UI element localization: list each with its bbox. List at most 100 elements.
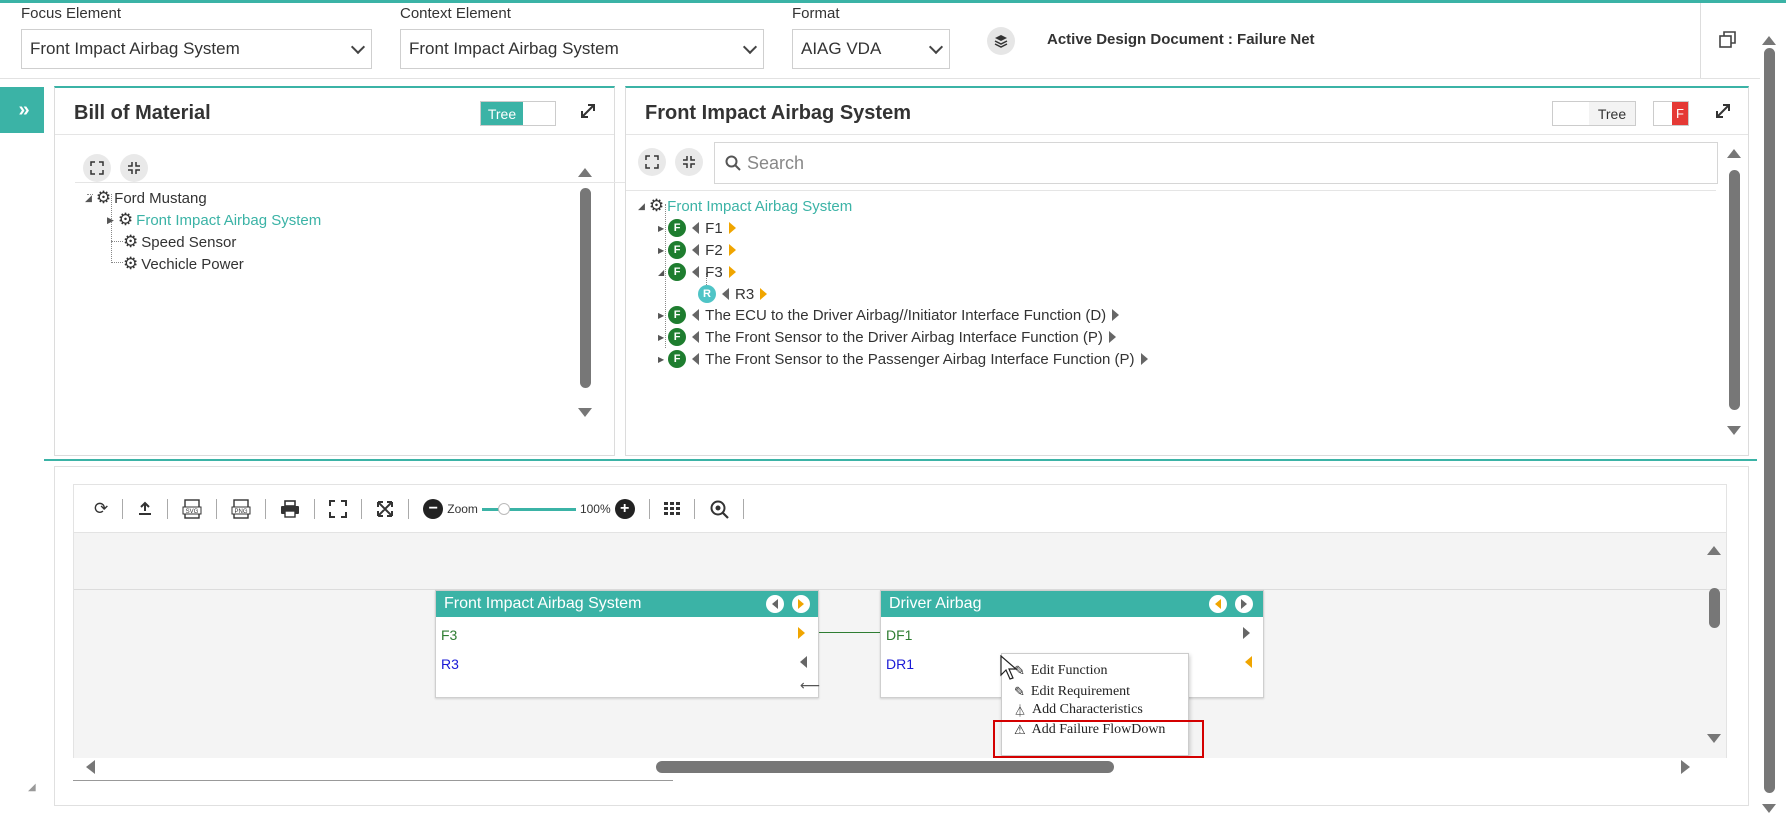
sidebar-expand-button[interactable]: » (4, 87, 44, 133)
node-requirement-nav-icon[interactable] (800, 656, 807, 668)
structure-tree-item-ecu-driver-airbag[interactable]: ▶ F The ECU to the Driver Airbag//Initia… (658, 304, 1125, 326)
diagram-toolbar: ⟳ SVG PNG − Zoom 100% + (73, 484, 1727, 532)
structure-expand-all-button[interactable] (638, 148, 666, 176)
nav-right-icon[interactable] (728, 222, 736, 234)
refresh-icon[interactable]: ⟳ (94, 499, 108, 519)
node-function-nav-icon[interactable] (1243, 627, 1250, 639)
structure-tree-item-front-sensor-passenger[interactable]: ▶ F The Front Sensor to the Passenger Ai… (658, 348, 1154, 370)
left-arrow-icon[interactable]: ⟵ (800, 677, 820, 694)
fit-screen-icon[interactable] (329, 499, 348, 518)
resize-handle-icon[interactable]: ◢ (28, 782, 36, 793)
structure-tree-item-f3[interactable]: ◢ F F3 (658, 261, 742, 283)
context-menu-add-characteristics[interactable]: ⏃ Add Characteristics (1002, 702, 1188, 719)
structure-scroll-down[interactable] (1727, 426, 1741, 435)
node-nav-left[interactable] (766, 595, 784, 613)
diagram-scroll-up[interactable] (1707, 546, 1721, 555)
zoom-slider-thumb[interactable] (498, 502, 511, 515)
structure-tree-item-f1[interactable]: ▶ F F1 (658, 217, 742, 239)
grid-icon[interactable] (663, 501, 680, 516)
gear-icon: ⚙ (123, 254, 139, 273)
context-menu-edit-function[interactable]: ✎ Edit Function (1002, 660, 1188, 681)
nav-left-icon[interactable] (692, 244, 700, 256)
zoom-slider[interactable] (481, 502, 576, 515)
node-title: Driver Airbag (889, 595, 982, 612)
structure-panel: Front Impact Airbag System Tree F Search (625, 86, 1749, 456)
print-icon[interactable] (280, 499, 300, 518)
structure-toggle-label: Tree (1589, 102, 1635, 125)
context-menu-edit-requirement[interactable]: ✎ Edit Requirement (1002, 681, 1188, 702)
bom-tree-item-vechicle-power[interactable]: ⚙ Vechicle Power (123, 253, 244, 275)
bom-tree-item-speed-sensor[interactable]: ⚙ Speed Sensor (123, 231, 236, 253)
bom-scrollbar-thumb[interactable] (580, 188, 591, 388)
focus-element-select[interactable]: Front Impact Airbag System (21, 29, 372, 69)
tree-connector (111, 262, 123, 263)
nav-left-icon[interactable] (722, 288, 729, 300)
structure-scrollbar-thumb[interactable] (1729, 170, 1740, 410)
structure-search-input[interactable]: Search (714, 142, 1718, 184)
structure-tree-item-front-sensor-driver[interactable]: ▶ F The Front Sensor to the Driver Airba… (658, 326, 1122, 348)
structure-tree-item-f2[interactable]: ▶ F F2 (658, 239, 742, 261)
node-function[interactable]: DF1 (886, 627, 912, 643)
diagram-hscroll-thumb[interactable] (656, 761, 1114, 773)
nav-right-icon[interactable] (1112, 309, 1120, 321)
bom-scroll-up[interactable] (578, 168, 592, 177)
restore-window-button[interactable] (1718, 30, 1738, 55)
node-function-nav-icon[interactable] (798, 627, 805, 639)
diagram-vscroll-thumb[interactable] (1709, 588, 1720, 628)
nav-left-icon[interactable] (692, 266, 700, 278)
structure-expand-button[interactable] (1714, 102, 1732, 125)
format-select[interactable]: AIAG VDA (792, 29, 950, 69)
nav-left-icon[interactable] (692, 353, 700, 365)
structure-collapse-all-button[interactable] (675, 148, 703, 176)
structure-tree-root[interactable]: ◢ ⚙ Front Impact Airbag System (638, 195, 852, 217)
bom-tree-toggle[interactable]: Tree (480, 101, 556, 126)
nav-right-icon[interactable] (1140, 353, 1148, 365)
node-nav-right[interactable] (792, 595, 810, 613)
bom-collapse-all-button[interactable] (120, 154, 148, 182)
context-element-select[interactable]: Front Impact Airbag System (400, 29, 764, 69)
toolbar-separator (216, 498, 218, 519)
diagram-node-front-impact-airbag[interactable]: Front Impact Airbag System F3 R3 ⟵ (435, 590, 820, 698)
structure-scroll-up[interactable] (1727, 149, 1741, 158)
zoom-out-icon[interactable]: − (423, 498, 444, 519)
layers-button[interactable] (987, 27, 1015, 55)
toolbar-separator (361, 498, 363, 519)
bom-expand-all-button[interactable] (83, 154, 111, 182)
characteristic-icon: ⏃ (1014, 704, 1027, 718)
nav-right-icon[interactable] (760, 288, 768, 300)
node-nav-left[interactable] (1209, 595, 1227, 613)
node-nav-right[interactable] (1235, 595, 1253, 613)
structure-tree-item-r3[interactable]: R R3 (698, 283, 773, 305)
node-function[interactable]: F3 (441, 627, 457, 643)
structure-f-toggle[interactable]: F (1653, 101, 1689, 126)
section-divider (44, 459, 1757, 461)
nav-right-icon[interactable] (728, 266, 736, 278)
nav-right-icon[interactable] (728, 244, 736, 256)
node-requirement[interactable]: DR1 (886, 656, 914, 672)
bom-tree-item-front-impact-airbag[interactable]: ▶ ⚙ Front Impact Airbag System (107, 209, 321, 231)
page-scroll-up[interactable] (1762, 36, 1776, 45)
node-requirement-nav-icon[interactable] (1245, 656, 1252, 668)
search-placeholder: Search (747, 152, 805, 173)
bom-expand-button[interactable] (579, 102, 597, 125)
expand-arrows-icon[interactable] (376, 500, 394, 518)
nav-left-icon[interactable] (692, 331, 700, 343)
nav-left-icon[interactable] (692, 222, 700, 234)
png-export-icon[interactable]: PNG (231, 498, 251, 519)
page-scroll-down[interactable] (1762, 804, 1776, 813)
structure-tree-toggle[interactable]: Tree (1552, 101, 1636, 126)
bom-tree-item-ford-mustang[interactable]: ◢ ⚙ Ford Mustang (85, 187, 207, 209)
bom-scroll-down[interactable] (578, 408, 592, 417)
export-icon[interactable] (137, 501, 153, 517)
nav-right-icon[interactable] (1108, 331, 1116, 343)
bill-of-material-panel: Bill of Material Tree ◢ ⚙ Ford Mustang ▶… (54, 86, 625, 456)
nav-left-icon[interactable] (692, 309, 700, 321)
search-settings-icon[interactable] (709, 499, 729, 519)
diagram-scroll-down[interactable] (1707, 734, 1721, 743)
zoom-in-icon[interactable]: + (614, 498, 635, 519)
node-requirement[interactable]: R3 (441, 656, 459, 672)
diagram-scroll-right[interactable] (1681, 760, 1690, 774)
diagram-scroll-left[interactable] (86, 760, 95, 774)
svg-export-icon[interactable]: SVG (182, 498, 202, 519)
page-scrollbar-thumb[interactable] (1764, 48, 1775, 793)
